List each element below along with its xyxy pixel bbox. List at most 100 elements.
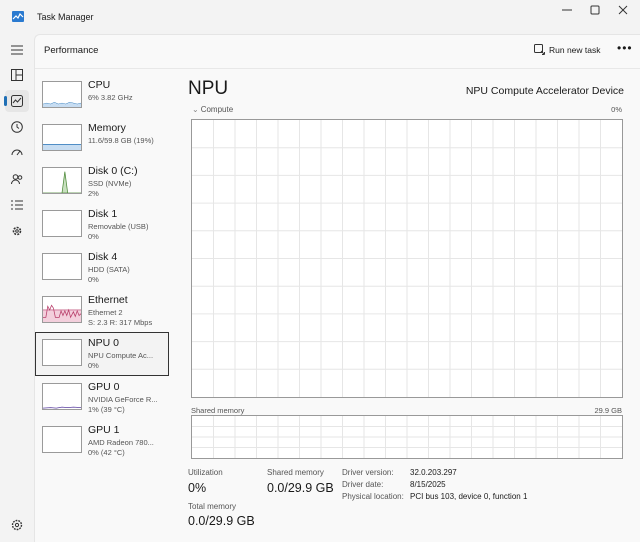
device-subtitle: SSD (NVMe)	[88, 179, 132, 188]
close-button[interactable]	[608, 0, 638, 20]
device-subtitle: NVIDIA GeForce R...	[88, 395, 158, 404]
device-item-ethernet[interactable]: Ethernet Ethernet 2 S: 2.3 R: 317 Mbps	[35, 289, 169, 333]
page-title: Performance	[44, 45, 99, 56]
ethernet-thumbnail	[42, 296, 82, 323]
device-name: GPU 1	[88, 424, 120, 436]
device-value: 0%	[88, 232, 99, 241]
minimize-button[interactable]	[552, 0, 582, 20]
nav-settings[interactable]	[5, 514, 29, 536]
device-subtitle: HDD (SATA)	[88, 265, 130, 274]
more-options-button[interactable]: •••	[617, 41, 633, 55]
device-item-gpu-1[interactable]: GPU 1 AMD Radeon 780... 0% (42 °C)	[35, 419, 169, 463]
run-new-task-label: Run new task	[549, 44, 601, 55]
device-value: S: 2.3 R: 317 Mbps	[88, 318, 153, 327]
task-manager-icon	[12, 11, 24, 22]
performance-icon	[11, 95, 23, 107]
device-subtitle: NPU Compute Ac...	[88, 351, 154, 360]
details-icon	[11, 200, 23, 210]
device-name: Disk 4	[88, 251, 118, 263]
device-full-name: NPU Compute Accelerator Device	[465, 85, 624, 97]
device-item-npu-0[interactable]: NPU 0 NPU Compute Ac... 0%	[35, 332, 169, 376]
driver-version-label: Driver version:	[342, 468, 394, 477]
device-value: 1% (39 °C)	[88, 405, 125, 414]
nav-services[interactable]	[5, 220, 29, 242]
device-item-disk-0[interactable]: Disk 0 (C:) SSD (NVMe) 2%	[35, 160, 169, 204]
physical-location-label: Physical location:	[342, 492, 404, 501]
hamburger-icon	[11, 45, 23, 55]
device-item-gpu-0[interactable]: GPU 0 NVIDIA GeForce R... 1% (39 °C)	[35, 376, 169, 420]
disk-4-thumbnail	[42, 253, 82, 280]
utilization-value: 0%	[188, 481, 207, 495]
run-task-icon	[534, 44, 545, 55]
graph-label: Compute	[200, 105, 234, 114]
nav-app-history[interactable]	[5, 116, 29, 138]
users-icon	[11, 174, 23, 185]
gpu-1-thumbnail	[42, 426, 82, 453]
driver-version-value: 32.0.203.297	[410, 468, 457, 477]
device-heading: NPU	[188, 78, 229, 99]
cpu-thumbnail	[42, 81, 82, 108]
shared-memory-label: Shared memory	[267, 468, 324, 477]
device-name: CPU	[88, 79, 111, 91]
utilization-label: Utilization	[188, 468, 223, 477]
device-subtitle: 6% 3.82 GHz	[88, 93, 133, 102]
device-subtitle: AMD Radeon 780...	[88, 438, 154, 447]
close-icon	[618, 5, 628, 15]
device-value: 0%	[88, 275, 99, 284]
shared-memory-max-label: 29.9 GB	[594, 406, 622, 415]
shared-memory-graph	[191, 415, 623, 459]
maximize-icon	[590, 5, 600, 15]
disk-1-thumbnail	[42, 210, 82, 237]
nav-menu-button[interactable]	[5, 39, 29, 61]
device-item-memory[interactable]: Memory 11.6/59.8 GB (19%)	[35, 117, 169, 161]
total-memory-value: 0.0/29.9 GB	[188, 514, 255, 528]
nav-rail	[0, 34, 34, 542]
window-title: Task Manager	[37, 12, 94, 22]
chevron-down-icon: ⌄	[192, 105, 199, 114]
graph-selector[interactable]: ⌄ Compute	[192, 105, 233, 114]
maximize-button[interactable]	[580, 0, 610, 20]
settings-icon	[11, 519, 23, 531]
nav-details[interactable]	[5, 194, 29, 216]
device-item-cpu[interactable]: CPU 6% 3.82 GHz	[35, 74, 169, 118]
memory-thumbnail	[42, 124, 82, 151]
gpu-0-thumbnail	[42, 383, 82, 410]
app-history-icon	[11, 121, 23, 133]
device-item-disk-1[interactable]: Disk 1 Removable (USB) 0%	[35, 203, 169, 247]
nav-users[interactable]	[5, 168, 29, 190]
header-divider	[35, 68, 640, 69]
nav-processes[interactable]	[5, 64, 29, 86]
graph-max-label: 0%	[611, 105, 622, 114]
startup-icon	[11, 149, 23, 156]
services-icon	[12, 226, 22, 236]
driver-date-label: Driver date:	[342, 480, 384, 489]
shared-memory-graph-label: Shared memory	[191, 406, 245, 415]
nav-startup[interactable]	[5, 142, 29, 164]
compute-graph	[191, 119, 623, 398]
driver-date-value: 8/15/2025	[410, 480, 446, 489]
disk-0-thumbnail	[42, 167, 82, 194]
device-name: GPU 0	[88, 381, 120, 393]
device-name: Disk 1	[88, 208, 118, 220]
nav-performance[interactable]	[4, 90, 29, 112]
npu-0-thumbnail	[42, 339, 82, 366]
device-subtitle: 11.6/59.8 GB (19%)	[88, 136, 154, 145]
performance-page: Performance Run new task ••• CPU 6% 3.82…	[34, 34, 640, 542]
device-value: 0% (42 °C)	[88, 448, 125, 457]
device-subtitle: Removable (USB)	[88, 222, 149, 231]
processes-icon	[11, 69, 23, 81]
device-name: Ethernet	[88, 294, 128, 306]
minimize-icon	[562, 9, 572, 11]
device-name: NPU 0	[88, 337, 119, 349]
physical-location-value: PCI bus 103, device 0, function 1	[410, 492, 528, 501]
total-memory-label: Total memory	[188, 502, 237, 511]
device-item-disk-4[interactable]: Disk 4 HDD (SATA) 0%	[35, 246, 169, 290]
device-name: Memory	[88, 122, 126, 134]
device-value: 2%	[88, 189, 99, 198]
device-subtitle: Ethernet 2	[88, 308, 123, 317]
run-new-task-button[interactable]: Run new task	[534, 44, 601, 55]
title-bar: Task Manager	[0, 0, 640, 34]
shared-memory-value: 0.0/29.9 GB	[267, 481, 334, 495]
device-value: 0%	[88, 361, 99, 370]
device-name: Disk 0 (C:)	[88, 165, 138, 177]
